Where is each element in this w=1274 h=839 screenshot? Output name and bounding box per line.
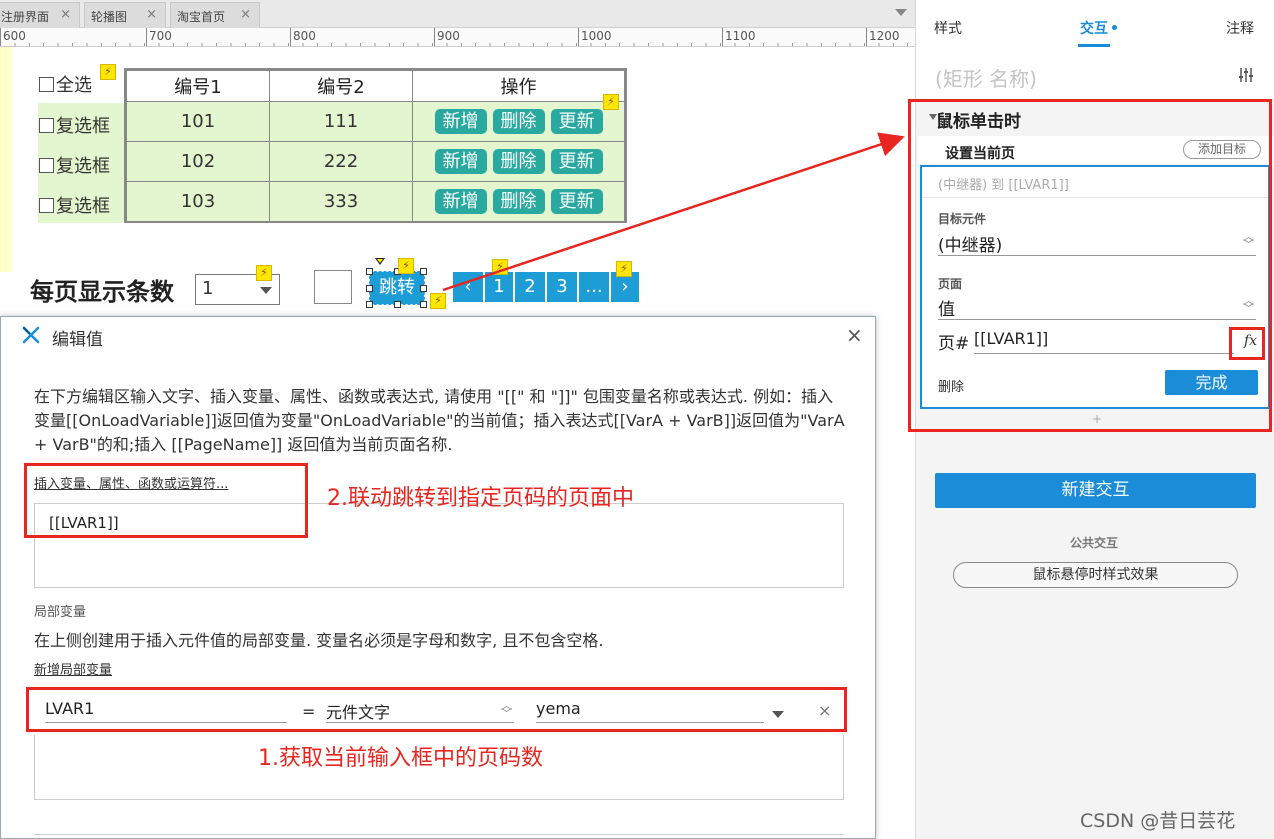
annotation-step1: 1.获取当前输入框中的页码数: [258, 746, 543, 771]
annotation-arrow: [442, 132, 905, 292]
watermark: CSDN @昔日芸花: [1080, 810, 1236, 832]
annotation-step2: 2.联动跳转到指定页码的页面中: [327, 486, 634, 511]
